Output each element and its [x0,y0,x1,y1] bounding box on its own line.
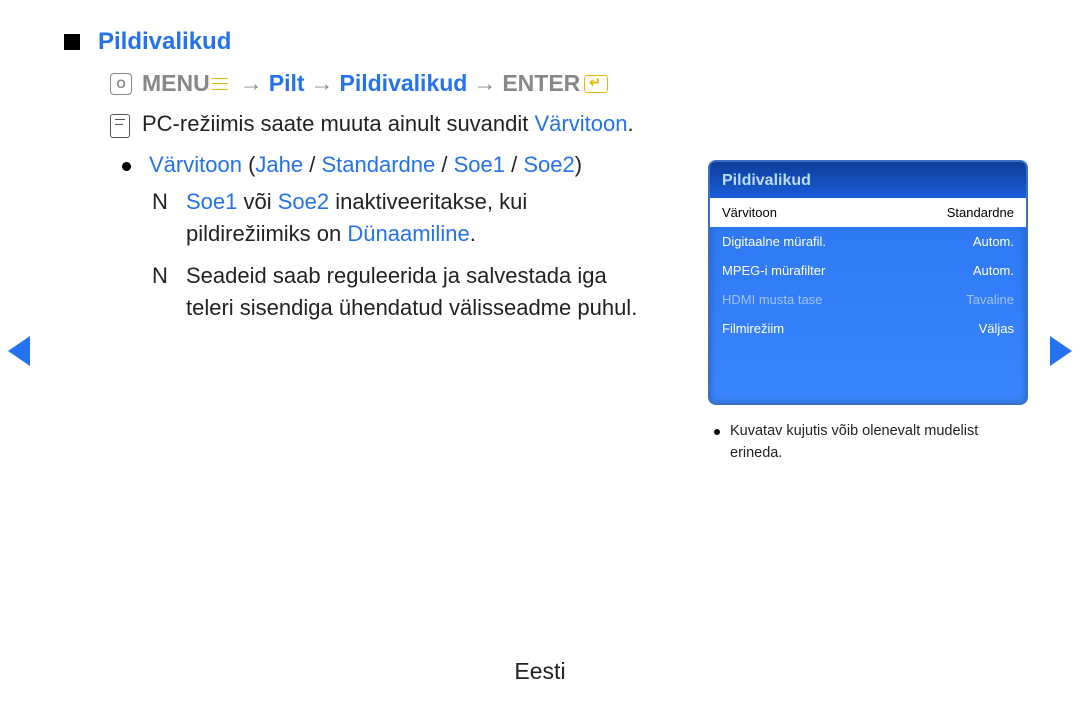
panel-row[interactable]: Digitaalne mürafil. Autom. [710,227,1026,256]
osd-box-icon: O [110,73,132,95]
n-marker-icon: N [152,260,170,292]
panel-row-label: MPEG-i mürafilter [722,263,825,278]
prev-page-button[interactable] [8,336,30,366]
path-seg2: Pildivalikud [340,70,468,97]
note-text: PC-režiimis saate muuta ainult suvandit … [142,111,634,137]
panel-row[interactable]: Värvitoon Standardne [710,198,1026,227]
language-label: Eesti [0,658,1080,685]
bullet-icon [714,429,720,435]
panel-row-value: Tavaline [966,292,1014,307]
square-bullet-icon [64,34,80,50]
subnote-1: Soe1 või Soe2 inaktiveeritakse, kui pild… [186,186,652,250]
next-page-button[interactable] [1050,336,1072,366]
panel-row-label: Digitaalne mürafil. [722,234,826,249]
panel-row-value: Autom. [973,234,1014,249]
path-seg1: Pilt [269,70,305,97]
arrow-icon: → [473,70,496,97]
page-title: Pildivalikud [98,28,231,56]
option-line: Värvitoon (Jahe / Standardne / Soe1 / So… [149,152,582,178]
panel-row[interactable]: HDMI musta tase Tavaline [710,285,1026,314]
enter-icon [584,75,608,93]
panel-row[interactable]: MPEG-i mürafilter Autom. [710,256,1026,285]
arrow-icon: → [240,70,263,97]
panel-row[interactable]: Filmirežiim Väljas [710,314,1026,343]
panel-row-label: Filmirežiim [722,321,784,336]
panel-footnote: Kuvatav kujutis võib olenevalt mudelist … [708,421,1028,465]
panel-row-value: Autom. [973,263,1014,278]
panel-row-label: HDMI musta tase [722,292,822,307]
arrow-icon: → [311,70,334,97]
n-marker-icon: N [152,186,170,218]
breadcrumb: O MENU → Pilt → Pildivalikud → ENTER [110,70,1020,97]
panel-row-label: Värvitoon [722,205,777,220]
path-menu: MENU [142,70,210,97]
panel-title: Pildivalikud [710,162,1026,198]
subnote-2: Seadeid saab reguleerida ja salvestada i… [186,260,652,324]
path-enter: ENTER [502,70,580,97]
menu-bars-icon [212,78,228,90]
settings-panel: Pildivalikud Värvitoon Standardne Digitaal… [708,160,1028,405]
note-icon [110,114,130,138]
panel-row-value: Väljas [979,321,1014,336]
bullet-icon [122,162,131,171]
panel-row-value: Standardne [947,205,1014,220]
